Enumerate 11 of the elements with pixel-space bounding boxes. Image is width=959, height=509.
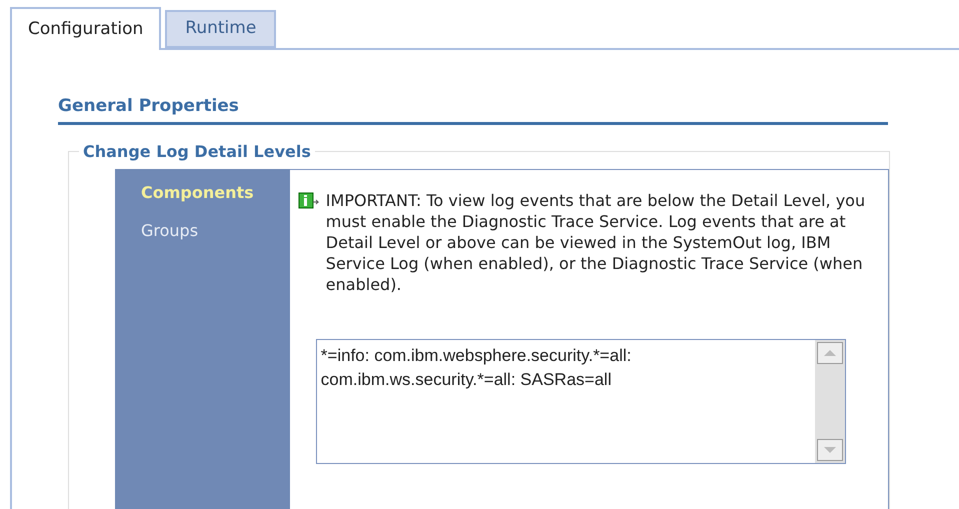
- nav-link[interactable]: Groups: [141, 218, 198, 242]
- tab[interactable]: Configuration: [10, 7, 162, 50]
- scroll-up-icon[interactable]: [816, 342, 843, 364]
- text-area[interactable]: *=info: com.ibm.websphere.security.*=all: com.ibm.ws.security.*=all: SASRas=all: [316, 338, 846, 464]
- tab[interactable]: Runtime: [165, 10, 276, 48]
- scroll-down-icon[interactable]: [816, 438, 843, 460]
- scrollbar[interactable]: [814, 340, 845, 462]
- info-icon: [298, 192, 320, 210]
- section-title: General Properties: [58, 96, 239, 116]
- nav-link[interactable]: Components: [141, 180, 254, 204]
- notice-text: IMPORTANT: To view log events that are below the Detail Level, you must enable the Diagnostic Trace Service. Log events that are at Detail Level or above can be viewed in the SystemOut log, IBM Service Log (when enabled), or the Diagnostic Trace Service (when enabled).: [326, 190, 866, 294]
